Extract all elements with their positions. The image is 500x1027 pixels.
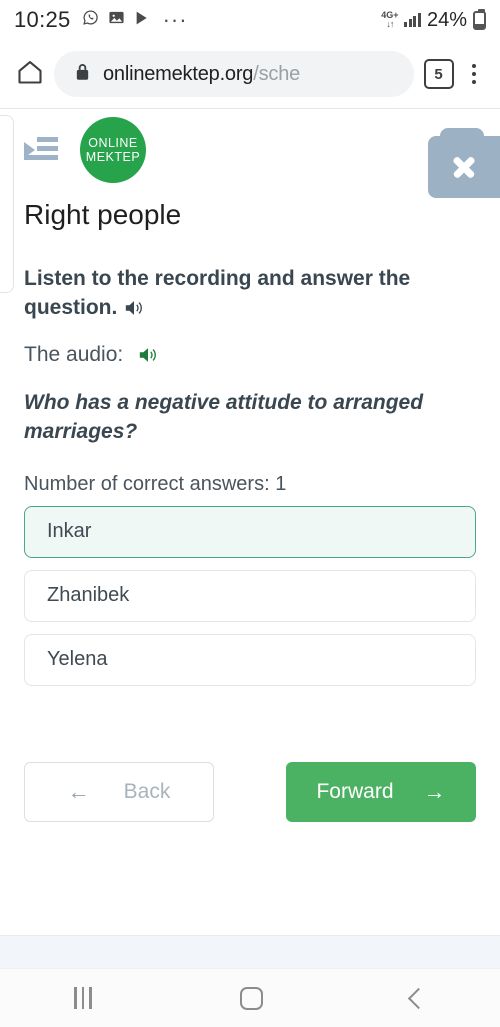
play-store-icon: [134, 10, 150, 31]
url-domain: onlinemektep.org: [103, 62, 254, 85]
system-navigation-bar: [0, 968, 500, 1027]
arrow-right-icon: →: [423, 778, 446, 804]
forward-button-label: Forward: [316, 779, 394, 803]
panel-notch: [440, 128, 484, 140]
gallery-icon: [108, 9, 125, 31]
page-title: Right people: [24, 199, 182, 230]
battery-icon: [473, 8, 486, 30]
answer-option-yelena[interactable]: Yelena: [24, 633, 476, 686]
browser-toolbar: onlinemektep.org/sche 5: [0, 40, 500, 108]
whatsapp-icon: [82, 9, 99, 31]
home-icon[interactable]: [16, 58, 44, 91]
answer-option-inkar[interactable]: Inkar: [24, 505, 476, 558]
answer-option-zhanibek[interactable]: Zhanibek: [24, 569, 476, 622]
expand-sidebar-icon[interactable]: [24, 135, 58, 165]
network-arrows: ↓↑: [386, 19, 394, 29]
phone-screen: 10:25 ··· 4G+ ↓↑ 24% onlinemektep.org/sc…: [0, 0, 500, 1027]
url-path: /sche: [253, 62, 301, 85]
recent-apps-icon[interactable]: [74, 987, 92, 1009]
kebab-menu-icon[interactable]: [464, 60, 485, 89]
logo-line-1: ONLINE: [88, 136, 138, 150]
answer-option-label: Zhanibek: [47, 584, 130, 607]
instruction-label: Listen to the recording and answer the q…: [24, 267, 411, 319]
status-bar-clock: 10:25: [14, 7, 71, 32]
navigation-buttons: ← Back Forward →: [24, 761, 476, 822]
web-app-content: ONLINE MEKTEP Right people Listen to the…: [0, 109, 500, 1027]
status-bar-system-icons: 4G+ ↓↑ 24%: [381, 8, 486, 32]
back-button-label: Back: [123, 779, 171, 803]
close-x-icon: [449, 152, 479, 182]
status-bar-notification-icons: ···: [82, 7, 188, 33]
network-type-icon: 4G+ ↓↑: [381, 11, 398, 29]
lesson-content: Right people Listen to the recording and…: [0, 191, 500, 822]
status-bar: 10:25 ··· 4G+ ↓↑ 24%: [0, 0, 500, 40]
audio-row: The audio:: [24, 343, 476, 367]
home-circle-icon[interactable]: [239, 986, 263, 1010]
audio-label: The audio:: [24, 342, 124, 366]
lock-icon: [74, 62, 91, 87]
question-text: Who has a negative attitude to arranged …: [24, 390, 424, 443]
correct-answers-count: Number of correct answers: 1: [24, 472, 287, 495]
back-button[interactable]: ← Back: [24, 761, 214, 822]
tab-counter-button[interactable]: 5: [423, 59, 454, 89]
answer-option-label: Yelena: [47, 648, 108, 671]
overflow-ellipsis-icon: ···: [162, 7, 188, 32]
arrow-left-icon: ←: [67, 778, 90, 804]
logo-line-2: MEKTEP: [85, 150, 141, 164]
battery-percent-label: 24%: [426, 8, 467, 31]
answer-options: Inkar Zhanibek Yelena: [24, 505, 476, 686]
app-header: ONLINE MEKTEP: [0, 109, 500, 198]
speaker-icon[interactable]: [123, 298, 145, 318]
online-mektep-logo: ONLINE MEKTEP: [80, 117, 146, 183]
answer-option-label: Inkar: [47, 520, 92, 543]
url-text: onlinemektep.org/sche: [103, 63, 300, 86]
close-lesson-button[interactable]: [428, 128, 500, 198]
speaker-icon-green[interactable]: [137, 345, 159, 365]
forward-button[interactable]: Forward →: [286, 761, 476, 822]
url-bar[interactable]: onlinemektep.org/sche: [54, 51, 414, 97]
back-chevron-icon[interactable]: [407, 987, 430, 1009]
instruction-text: Listen to the recording and answer the q…: [24, 265, 476, 323]
signal-bars-icon: [404, 13, 421, 27]
